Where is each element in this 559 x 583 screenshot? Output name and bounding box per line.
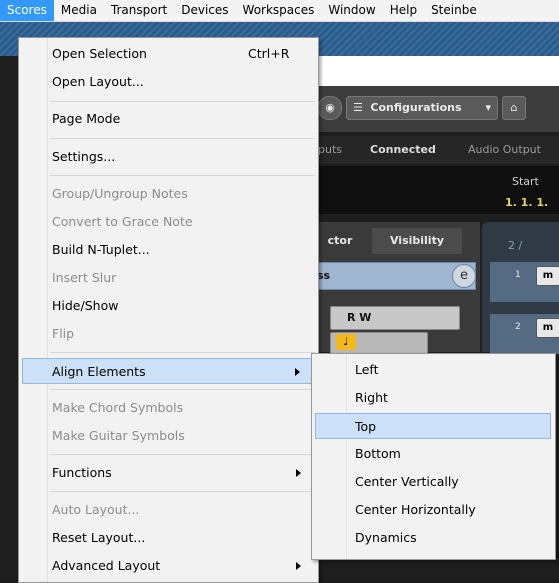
- menu-item-functions[interactable]: Functions: [22, 460, 315, 486]
- list-icon: ☰: [353, 101, 363, 114]
- menu-item-label: Insert Slur: [52, 270, 117, 285]
- document-area: [310, 56, 559, 86]
- align-elements-submenu: Left Right Top Bottom Center Vertically …: [311, 353, 556, 560]
- menu-item-label: Make Chord Symbols: [52, 400, 184, 415]
- menu-scores[interactable]: Scores: [0, 0, 54, 21]
- menu-item-label: Page Mode: [52, 111, 121, 126]
- menu-item-label: Open Layout...: [52, 74, 144, 89]
- configurations-button[interactable]: ☰ Configurations ▾: [346, 96, 498, 120]
- menu-item-label: Align Elements: [52, 364, 146, 379]
- submenu-item-label: Bottom: [355, 446, 401, 461]
- lock-icon[interactable]: ⌂: [502, 96, 526, 120]
- menu-item-open-selection[interactable]: Open Selection Ctrl+R: [22, 41, 315, 67]
- start-label: Start: [512, 175, 539, 188]
- menu-item-settings[interactable]: Settings...: [22, 144, 315, 170]
- submenu-item-label: Dynamics: [355, 530, 417, 545]
- menu-item-convert-to-grace-note: Convert to Grace Note: [22, 209, 315, 235]
- menu-item-label: Group/Ungroup Notes: [52, 186, 188, 201]
- menu-separator: [50, 454, 315, 455]
- submenu-arrow-icon: [295, 368, 300, 376]
- menu-item-advanced-layout[interactable]: Advanced Layout: [22, 553, 315, 579]
- menu-separator: [50, 138, 315, 139]
- submenu-item-right[interactable]: Right: [315, 385, 551, 411]
- menu-bar: Scores Media Transport Devices Workspace…: [0, 0, 559, 22]
- read-write-buttons[interactable]: R W: [330, 306, 460, 330]
- menu-item-group-ungroup-notes: Group/Ungroup Notes: [22, 181, 315, 207]
- menu-item-label: Open Selection: [52, 46, 147, 61]
- submenu-item-bottom[interactable]: Bottom: [315, 441, 551, 467]
- submenu-item-label: Top: [355, 419, 377, 434]
- track-number-1: 1: [515, 270, 521, 280]
- submenu-item-label: Center Vertically: [355, 474, 459, 489]
- start-value: 1. 1. 1.: [505, 196, 549, 209]
- submenu-item-label: Left: [355, 362, 379, 377]
- menu-separator: [50, 352, 315, 353]
- menu-item-page-mode[interactable]: Page Mode: [22, 106, 315, 132]
- submenu-item-label: Right: [355, 390, 388, 405]
- menu-item-make-chord-symbols: Make Chord Symbols: [22, 395, 315, 421]
- menu-item-flip: Flip: [22, 321, 315, 347]
- menu-devices[interactable]: Devices: [174, 0, 235, 21]
- menu-item-build-n-tuplet[interactable]: Build N-Tuplet...: [22, 237, 315, 263]
- menu-item-label: Build N-Tuplet...: [52, 242, 150, 257]
- submenu-item-center-vertically[interactable]: Center Vertically: [315, 469, 551, 495]
- menu-item-align-elements[interactable]: Align Elements: [22, 358, 315, 384]
- menu-transport[interactable]: Transport: [104, 0, 174, 21]
- menu-item-label: Flip: [52, 326, 75, 341]
- track-number-2: 2: [515, 322, 521, 332]
- submenu-item-left[interactable]: Left: [315, 357, 551, 383]
- menu-item-label: Functions: [52, 465, 112, 480]
- submenu-arrow-icon: [296, 562, 301, 570]
- menu-item-make-guitar-symbols: Make Guitar Symbols: [22, 423, 315, 449]
- menu-separator: [50, 389, 315, 390]
- submenu-item-top[interactable]: Top: [315, 413, 551, 439]
- dropdown-icon: ▾: [485, 101, 491, 114]
- menu-item-hide-show[interactable]: Hide/Show: [22, 293, 315, 319]
- scores-menu: Open Selection Ctrl+R Open Layout... Pag…: [18, 37, 319, 583]
- menu-item-insert-slur: Insert Slur: [22, 265, 315, 291]
- note-icon[interactable]: ♩: [336, 334, 356, 350]
- menu-media[interactable]: Media: [54, 0, 104, 21]
- menu-item-label: Hide/Show: [52, 298, 119, 313]
- edit-instrument-button[interactable]: e: [452, 264, 476, 288]
- configurations-label: Configurations: [370, 101, 462, 114]
- rw-label: R W: [347, 311, 372, 324]
- shortcut-label: Ctrl+R: [248, 46, 290, 61]
- menu-item-reset-layout[interactable]: Reset Layout...: [22, 525, 315, 551]
- tab-audio-output[interactable]: Audio Output: [468, 143, 541, 156]
- mute-button-1[interactable]: m: [536, 266, 559, 286]
- mute-button-2[interactable]: m: [536, 318, 559, 338]
- submenu-item-label: Center Horizontally: [355, 502, 476, 517]
- menu-workspaces[interactable]: Workspaces: [236, 0, 322, 21]
- tab-connected[interactable]: Connected: [370, 143, 436, 156]
- menu-item-auto-layout: Auto Layout...: [22, 497, 315, 523]
- menu-separator: [50, 175, 315, 176]
- track-header-label: 2 /: [508, 239, 523, 252]
- tab-visibility[interactable]: Visibility: [372, 228, 462, 254]
- tab-inspector[interactable]: ctor: [312, 228, 368, 254]
- menu-item-label: Advanced Layout: [52, 558, 161, 573]
- submenu-item-dynamics[interactable]: Dynamics: [315, 525, 551, 551]
- menu-item-label: Settings...: [52, 149, 116, 164]
- menu-item-label: Auto Layout...: [52, 502, 140, 517]
- menu-separator: [50, 101, 315, 102]
- submenu-arrow-icon: [296, 469, 301, 477]
- record-icon[interactable]: ◉: [318, 96, 342, 120]
- menu-window[interactable]: Window: [321, 0, 382, 21]
- menu-item-open-layout[interactable]: Open Layout...: [22, 69, 315, 95]
- menu-item-label: Make Guitar Symbols: [52, 428, 185, 443]
- menu-steinberg-hub[interactable]: Steinbe: [424, 0, 484, 21]
- submenu-item-center-horizontally[interactable]: Center Horizontally: [315, 497, 551, 523]
- menu-item-label: Convert to Grace Note: [52, 214, 193, 229]
- menu-help[interactable]: Help: [383, 0, 424, 21]
- tab-inputs[interactable]: puts: [318, 143, 342, 156]
- menu-item-label: Reset Layout...: [52, 530, 146, 545]
- menu-separator: [50, 491, 315, 492]
